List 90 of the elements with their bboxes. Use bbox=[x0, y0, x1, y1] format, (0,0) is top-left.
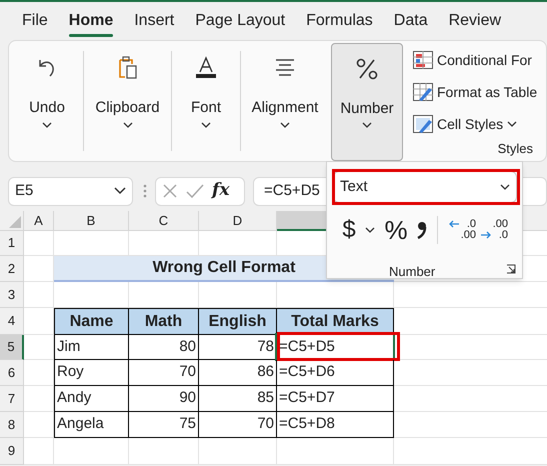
arrow-left-icon bbox=[448, 220, 460, 228]
clipboard-icon bbox=[116, 56, 138, 80]
increase-decimal-button[interactable]: .0 .00 bbox=[448, 216, 476, 244]
ribbon-group-button[interactable]: Alignment bbox=[241, 42, 329, 160]
table-cell: Roy bbox=[54, 360, 129, 386]
row-header[interactable]: 8 bbox=[0, 412, 24, 438]
chevron-down-icon bbox=[362, 122, 372, 128]
styles-menu-button[interactable]: Format as Table bbox=[413, 79, 545, 105]
table-cell: 80 bbox=[129, 335, 199, 360]
column-header[interactable]: B bbox=[54, 211, 129, 231]
ribbon-group-button[interactable]: Number bbox=[331, 42, 403, 160]
table-cell: 90 bbox=[129, 386, 199, 412]
column-header[interactable]: A bbox=[24, 211, 54, 231]
row-header[interactable]: 4 bbox=[0, 308, 24, 335]
ribbon-tab[interactable]: Home bbox=[68, 2, 114, 40]
table-cell: Jim bbox=[54, 335, 129, 360]
sheet-cell[interactable] bbox=[24, 438, 54, 465]
chevron-down-icon bbox=[114, 187, 126, 195]
sheet-cell[interactable] bbox=[199, 438, 277, 465]
decrease-decimal-button[interactable]: .00 .0 bbox=[480, 216, 508, 244]
arrow-right-icon bbox=[480, 231, 492, 239]
check-icon[interactable] bbox=[186, 184, 204, 198]
ribbon-tab[interactable]: Data bbox=[394, 2, 428, 40]
percent-button[interactable]: % bbox=[383, 210, 409, 250]
comma-style-icon[interactable] bbox=[417, 220, 427, 240]
column-header[interactable]: C bbox=[129, 211, 199, 231]
table-cell: =C5+D6 bbox=[277, 360, 394, 386]
ribbon-tab[interactable]: Insert bbox=[134, 2, 174, 40]
row-header[interactable]: 2 bbox=[0, 256, 24, 282]
table-cell: 85 bbox=[199, 386, 277, 412]
cell-styles-icon bbox=[413, 115, 433, 133]
sheet-cell[interactable] bbox=[24, 360, 54, 386]
align-center-icon bbox=[274, 58, 296, 78]
styles-menu-button[interactable]: Cell Styles bbox=[413, 111, 545, 137]
ribbon-group-button[interactable]: Clipboard bbox=[84, 42, 171, 160]
dialog-launcher-icon[interactable] bbox=[506, 264, 516, 274]
sheet-cell[interactable] bbox=[54, 438, 129, 465]
table-cell: 75 bbox=[129, 412, 199, 438]
table-cell: 70 bbox=[129, 360, 199, 386]
cancel-icon[interactable] bbox=[162, 183, 178, 199]
conditional-formatting-icon bbox=[413, 51, 433, 69]
table-cell: 70 bbox=[199, 412, 277, 438]
table-cell: 78 bbox=[199, 335, 277, 360]
group-label: Styles bbox=[498, 140, 533, 158]
sheet-cell[interactable] bbox=[129, 438, 199, 465]
row-header[interactable]: 9 bbox=[0, 438, 24, 465]
row-header[interactable]: 6 bbox=[0, 360, 24, 386]
table-cell: 86 bbox=[199, 360, 277, 386]
row-header[interactable]: 5 bbox=[0, 335, 24, 360]
row-header[interactable]: 7 bbox=[0, 386, 24, 412]
ribbon-tab[interactable]: Formulas bbox=[306, 2, 373, 40]
format-table-icon bbox=[413, 83, 433, 101]
drag-handle-icon bbox=[143, 184, 147, 198]
sheet-cell[interactable] bbox=[277, 438, 394, 465]
ribbon-tab[interactable]: File bbox=[22, 2, 48, 40]
sheet-cell[interactable] bbox=[24, 386, 54, 412]
name-box[interactable]: E5 bbox=[8, 176, 133, 206]
sheet-cell[interactable] bbox=[24, 412, 54, 438]
table-cell: Andy bbox=[54, 386, 129, 412]
sheet-cell[interactable] bbox=[24, 282, 54, 308]
row-header[interactable]: 1 bbox=[0, 231, 24, 256]
select-all-icon[interactable] bbox=[9, 216, 21, 228]
sheet-cell[interactable] bbox=[24, 335, 54, 360]
row-header[interactable]: 3 bbox=[0, 282, 24, 308]
table-header-cell: Name bbox=[54, 308, 129, 335]
table-cell: =C5+D8 bbox=[277, 412, 394, 438]
table-cell: =C5+D5 bbox=[277, 335, 394, 360]
column-header[interactable]: D bbox=[199, 211, 277, 231]
table-header-cell: English bbox=[199, 308, 277, 335]
table-header-cell: Math bbox=[129, 308, 199, 335]
ribbon-tab[interactable]: Page Layout bbox=[195, 2, 286, 40]
chevron-down-icon bbox=[201, 122, 211, 128]
chevron-down-icon bbox=[122, 122, 132, 128]
table-cell: Angela bbox=[54, 412, 129, 438]
chevron-down-icon bbox=[280, 122, 290, 128]
table-cell: =C5+D7 bbox=[277, 386, 394, 412]
ribbon-group-button[interactable]: Font bbox=[172, 42, 240, 160]
styles-menu-button[interactable]: Conditional For bbox=[413, 47, 545, 73]
currency-button[interactable]: $ bbox=[339, 212, 359, 248]
font-color-icon bbox=[195, 56, 217, 80]
chevron-down-icon bbox=[42, 122, 52, 128]
sheet-cell[interactable] bbox=[24, 231, 54, 256]
percent-icon bbox=[355, 56, 379, 80]
chevron-down-icon bbox=[500, 184, 510, 190]
chevron-down-icon bbox=[365, 227, 375, 233]
chevron-down-icon bbox=[507, 121, 518, 127]
insert-function-button[interactable]: fx bbox=[212, 178, 230, 204]
ribbon-tab[interactable]: Review bbox=[448, 2, 502, 40]
format-dropdown[interactable]: Text bbox=[333, 171, 517, 203]
ribbon-group-button[interactable]: Undo bbox=[11, 42, 83, 160]
